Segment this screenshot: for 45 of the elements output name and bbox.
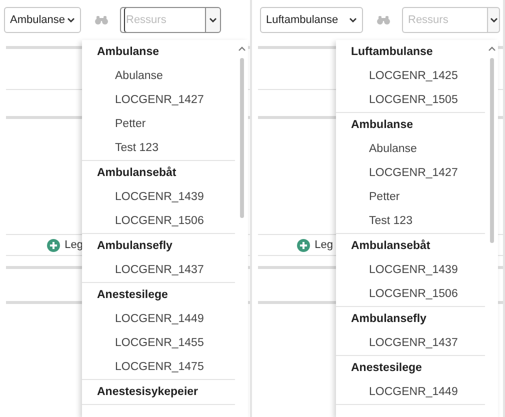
dropdown-option[interactable]: Test 123 (82, 136, 235, 160)
group-heading: Luftambulanse (350, 45, 434, 60)
add-button[interactable]: Leg (296, 236, 333, 254)
dropdown-option[interactable]: LOCGENR_1475 (82, 355, 235, 379)
scroll-up-icon[interactable] (238, 46, 246, 52)
dropdown-option[interactable]: Abulanse (82, 64, 235, 88)
plus-circle-icon (46, 238, 60, 252)
caret-icon (490, 17, 498, 23)
dropdown-option[interactable]: Petter (336, 185, 485, 209)
dropdown-option[interactable]: LOCGENR_1455 (82, 331, 235, 355)
group-heading: Ambulansebåt (96, 166, 178, 181)
group-heading: Ambulanse (350, 118, 414, 133)
dropdown-option[interactable]: Test 123 (336, 209, 485, 233)
dropdown-option[interactable]: LOCGENR_1506 (82, 209, 235, 233)
group-heading: Anestesisykepeier (96, 385, 200, 400)
resource-field[interactable]: Ressurs (402, 7, 487, 33)
dropdown-option[interactable]: LOCGENR_1439 (82, 185, 235, 209)
dropdown-option[interactable]: LOCGENR_1449 (336, 380, 485, 404)
group-heading: Ambulansefly (350, 312, 428, 327)
dropdown-option[interactable]: LOCGENR_1437 (82, 258, 235, 282)
group-heading: Ambulansebåt (350, 238, 432, 254)
plus-circle-icon (296, 238, 310, 252)
dropdown-option[interactable]: LOCGENR_1506 (336, 282, 485, 306)
resource-field[interactable]: Ressurs (120, 7, 205, 33)
dropdown-option[interactable]: LOCGENR_1437 (336, 331, 485, 355)
dropdown-option[interactable]: LOCGENR_1427 (336, 161, 485, 185)
type-select[interactable]: Luftambulanse (260, 7, 363, 33)
group-heading: Ambulansefly (96, 239, 174, 254)
dropdown-option[interactable]: LOCGENR_1449 (82, 307, 235, 331)
group-heading: Ambulanse (96, 45, 160, 60)
caret-icon (349, 17, 357, 23)
dropdown-button[interactable] (487, 7, 500, 33)
group-heading: Anestesilege (96, 288, 169, 303)
scroll-up-icon[interactable] (488, 46, 496, 52)
caret-icon (67, 17, 75, 23)
dropdown-button[interactable] (205, 7, 221, 33)
type-select[interactable]: Ambulanse (4, 7, 81, 33)
group-heading: Anestesilege (350, 361, 423, 376)
dropdown-option[interactable]: LOCGENR_1439 (336, 258, 485, 282)
caret-icon (209, 17, 217, 23)
dropdown-option[interactable]: LOCGENR_1505 (336, 88, 485, 112)
dropdown-option[interactable]: Petter (82, 112, 235, 136)
dropdown-option[interactable]: LOCGENR_1427 (82, 88, 235, 112)
dropdown-option[interactable]: Abulanse (336, 137, 485, 161)
dropdown-option[interactable]: LOCGENR_1425 (336, 64, 485, 88)
